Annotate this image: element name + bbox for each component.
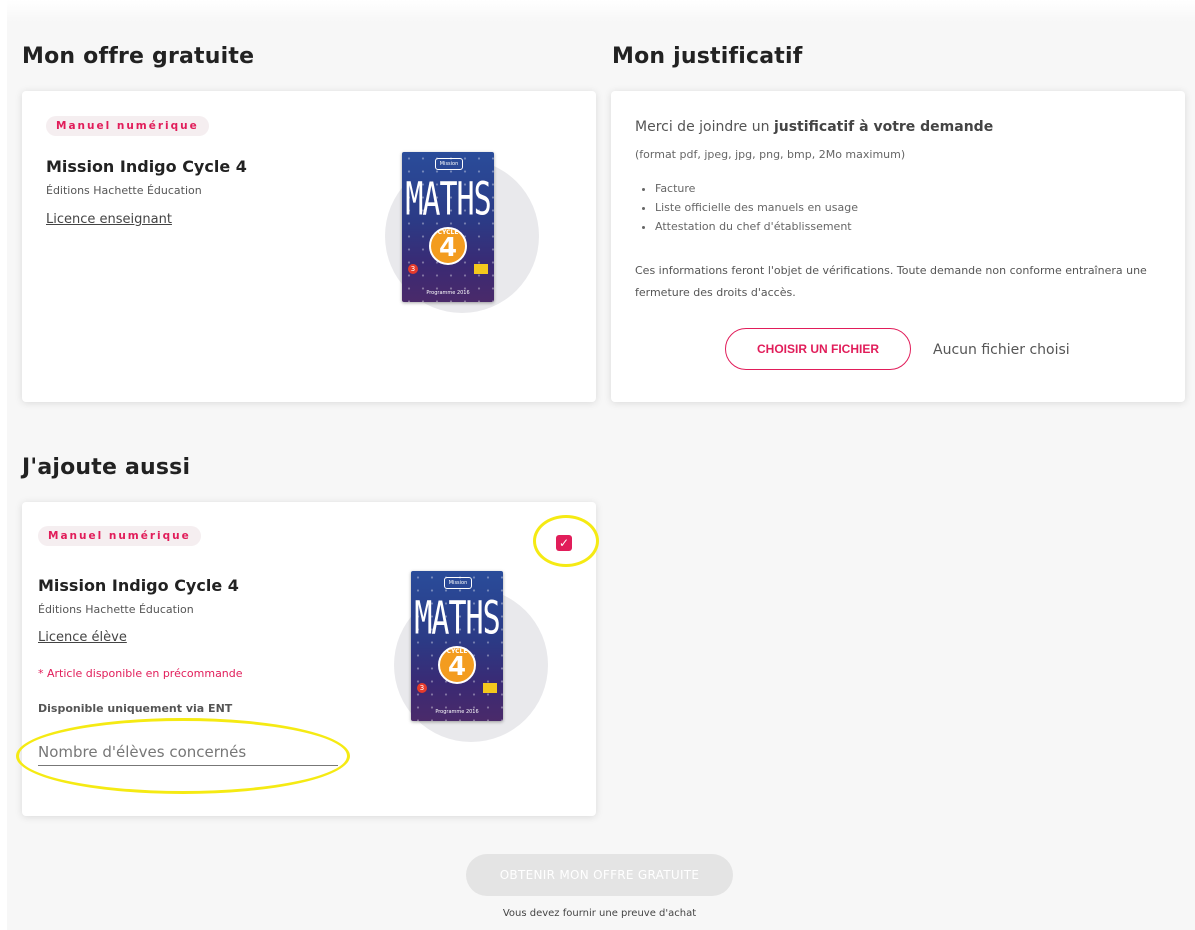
- preorder-note: * Article disponible en précommande: [38, 667, 243, 680]
- proof-intro-bold: justificatif à votre demande: [773, 119, 994, 135]
- proof-intro: Merci de joindre un justificatif à votre…: [635, 119, 993, 135]
- proof-card: Merci de joindre un justificatif à votre…: [611, 91, 1185, 402]
- requirement-item: Liste officielle des manuels en usage: [655, 198, 858, 217]
- get-free-offer-button[interactable]: OBTENIR MON OFFRE GRATUITE: [466, 854, 733, 896]
- cover-edition: Programme 2016: [435, 709, 479, 715]
- cover-cycle-label: CYCLE: [437, 229, 459, 236]
- cover-dot: 3: [408, 264, 418, 274]
- addon-badge: Manuel numérique: [38, 526, 201, 546]
- checkbox-highlight: [533, 515, 599, 567]
- cover-tag: Mission: [435, 158, 463, 170]
- cover-cycle-circle: CYCLE 4: [429, 227, 467, 265]
- proof-notice: Ces informations feront l'objet de vérif…: [635, 264, 1147, 299]
- proof-intro-text: Merci de joindre un: [635, 119, 774, 135]
- requirement-item: Attestation du chef d'établissement: [655, 217, 858, 236]
- cover-cycle-circle: CYCLE 4: [438, 646, 476, 684]
- offer-license-link[interactable]: Licence enseignant: [46, 212, 172, 227]
- addon-product-title: Mission Indigo Cycle 4: [38, 576, 239, 595]
- offer-product-title: Mission Indigo Cycle 4: [46, 157, 247, 176]
- offer-card: Manuel numérique Mission Indigo Cycle 4 …: [22, 91, 596, 402]
- ent-note: Disponible uniquement via ENT: [38, 702, 233, 715]
- addon-publisher: Éditions Hachette Éducation: [38, 603, 194, 616]
- proof-requirements: Facture Liste officielle des manuels en …: [635, 179, 858, 236]
- proof-formats: (format pdf, jpeg, jpg, png, bmp, 2Mo ma…: [635, 148, 906, 161]
- addon-heading: J'ajoute aussi: [22, 455, 191, 480]
- offer-cover-image: Mission MATHS CYCLE 4 3 Programme 2016: [402, 152, 494, 302]
- cover-cycle-label: CYCLE: [446, 648, 468, 655]
- left-edge: [0, 0, 7, 930]
- offer-publisher: Éditions Hachette Éducation: [46, 184, 202, 197]
- cover-tag: Mission: [444, 577, 472, 589]
- addon-license-link[interactable]: Licence élève: [38, 630, 127, 645]
- top-shadow: [0, 0, 1195, 22]
- choose-file-button[interactable]: CHOISIR UN FICHIER: [725, 328, 911, 370]
- input-highlight: [16, 718, 350, 794]
- cover-title: MATHS: [405, 174, 491, 227]
- addon-cover-image: Mission MATHS CYCLE 4 3 Programme 2016: [411, 571, 503, 721]
- requirement-item: Facture: [655, 179, 858, 198]
- proof-heading: Mon justificatif: [612, 44, 803, 69]
- cover-title: MATHS: [414, 593, 500, 646]
- no-file-label: Aucun fichier choisi: [933, 342, 1070, 358]
- cover-dot: 3: [417, 683, 427, 693]
- cover-edition: Programme 2016: [426, 290, 470, 296]
- offer-badge: Manuel numérique: [46, 116, 209, 136]
- proof-hint: Vous devez fournir une preuve d'achat: [502, 908, 697, 919]
- cover-yellow-tag: [474, 264, 488, 274]
- offer-heading: Mon offre gratuite: [22, 44, 255, 69]
- cover-yellow-tag: [483, 683, 497, 693]
